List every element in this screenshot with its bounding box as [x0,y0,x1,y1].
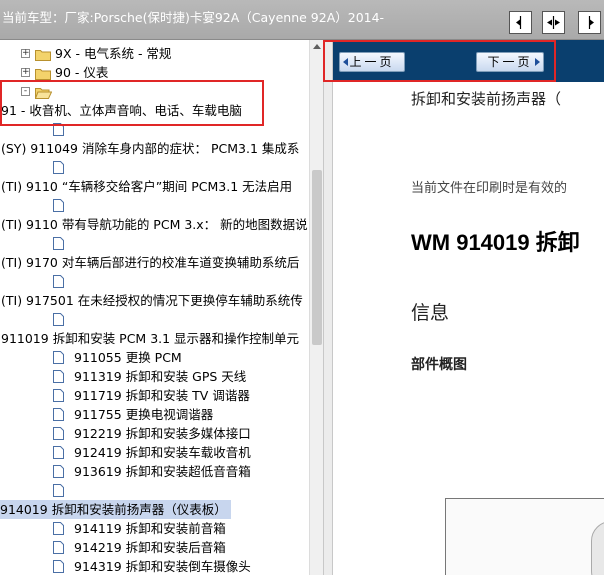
tree-item-911719[interactable]: 911719 拆卸和安装 TV 调谐器 [0,386,309,405]
pane-right-button[interactable] [578,11,601,34]
tree-item-label: 9X - 电气系统 - 常规 [55,46,172,61]
tree-item-911019[interactable]: 911019 拆卸和安装 PCM 3.1 显示器和操作控制单元 [0,329,309,348]
tree-item-label: 914119 拆卸和安装前音箱 [74,521,226,536]
document-icon [53,446,64,459]
expand-icon[interactable]: + [21,49,30,58]
document-icon [53,484,64,497]
tree-item-9110-handover[interactable]: (TI) 9110 “车辆移交给客户”期间 PCM3.1 无法启用 [0,177,309,196]
document-icon [53,465,64,478]
section-parts-overview: 部件概图 [411,357,467,373]
tree-item-label: 911755 更换电视调谐器 [74,407,214,422]
tree-item-label: 912419 拆卸和安装车载收音机 [74,445,251,460]
highlight-box-category [0,80,264,126]
parts-diagram-image [445,498,604,575]
document-icon [53,275,64,288]
document-icon [53,427,64,440]
document-viewer: 上一页 下一页 拆卸和安装前扬声器（ 当前文件在印刷时是有效的 WM 91401… [333,40,604,575]
tree-item-label: (TI) 9170 对车辆后部进行的校准车道变换辅助系统后 [1,255,300,270]
tree-item-912219[interactable]: 912219 拆卸和安装多媒体接口 [0,424,309,443]
tree-item-doc[interactable] [0,234,309,253]
window-title: 当前车型：厂家:Porsche(保时捷)卡宴92A（Cayenne 92A）20… [2,10,385,25]
highlight-box-page-nav [323,40,556,82]
tree-item-911049[interactable]: (SY) 911049 消除车身内部的症状： PCM3.1 集成系 [0,139,309,158]
document-icon [53,313,64,326]
tree-item-label: 911719 拆卸和安装 TV 调谐器 [74,388,250,403]
document-icon [53,237,64,250]
tree-item-914319[interactable]: 914319 拆卸和安装倒车摄像头 [0,557,309,575]
tree-item-912419[interactable]: 912419 拆卸和安装车载收音机 [0,443,309,462]
tree-item-label: 912219 拆卸和安装多媒体接口 [74,426,251,441]
tree-item-917501[interactable]: (TI) 917501 在未经授权的情况下更换停车辅助系统传 [0,291,309,310]
tree-item-9170[interactable]: (TI) 9170 对车辆后部进行的校准车道变换辅助系统后 [0,253,309,272]
tree-item-doc[interactable] [0,272,309,291]
document-icon [53,370,64,383]
document-icon [53,522,64,535]
workshop-manual-title: WM 914019 拆卸 [411,230,580,255]
expand-icon[interactable]: + [21,68,30,77]
speaker-drawing [591,521,604,575]
tree-item-label: (TI) 9110 带有导航功能的 PCM 3.x： 新的地图数据说 [1,217,308,232]
document-icon [53,199,64,212]
tree-item-913619[interactable]: 913619 拆卸和安装超低音音箱 [0,462,309,481]
tree-item-label: 914219 拆卸和安装后音箱 [74,540,226,555]
tree-item-9x[interactable]: + 9X - 电气系统 - 常规 [0,44,309,63]
pane-split-button[interactable] [542,11,565,34]
scrollbar-thumb[interactable] [312,170,322,345]
tree-item-label: (SY) 911049 消除车身内部的症状： PCM3.1 集成系 [1,141,300,156]
tree-item-doc[interactable] [0,196,309,215]
tree-item-doc[interactable] [0,310,309,329]
pane-left-icon [513,15,528,30]
tree-item-label: 911319 拆卸和安装 GPS 天线 [74,369,247,384]
tree-item-911055[interactable]: 911055 更换 PCM [0,348,309,367]
tree-item-9110-navigation[interactable]: (TI) 9110 带有导航功能的 PCM 3.x： 新的地图数据说 [0,215,309,234]
document-icon [53,560,64,573]
section-info: 信息 [411,302,450,324]
document-heading: 拆卸和安装前扬声器（ [411,90,562,108]
tree-item-label: 914019 拆卸和安装前扬声器（仪表板） [0,500,231,519]
document-icon [53,408,64,421]
tree-item-doc[interactable] [0,158,309,177]
pane-left-button[interactable] [509,11,532,34]
tree-scrollbar[interactable] [309,40,323,575]
pane-right-icon [582,15,597,30]
tree-item-911755[interactable]: 911755 更换电视调谐器 [0,405,309,424]
document-icon [53,541,64,554]
document-icon [53,389,64,402]
tree-item-914119[interactable]: 914119 拆卸和安装前音箱 [0,519,309,538]
document-icon [53,351,64,364]
tree-item-label: (TI) 9110 “车辆移交给客户”期间 PCM3.1 无法启用 [1,179,293,194]
tree-item-914219[interactable]: 914219 拆卸和安装后音箱 [0,538,309,557]
tree-item-label: 911019 拆卸和安装 PCM 3.1 显示器和操作控制单元 [1,331,300,346]
print-validity-note: 当前文件在印刷时是有效的 [411,181,568,196]
tree-item-914019-selected[interactable]: 914019 拆卸和安装前扬声器（仪表板） [0,500,309,519]
tree-item-label: 914319 拆卸和安装倒车摄像头 [74,559,251,574]
document-icon [53,161,64,174]
tree-item-911319[interactable]: 911319 拆卸和安装 GPS 天线 [0,367,309,386]
tree-item-label: 913619 拆卸和安装超低音音箱 [74,464,251,479]
scroll-up-icon[interactable] [313,44,321,49]
tree-item-label: (TI) 917501 在未经授权的情况下更换停车辅助系统传 [1,293,303,308]
tree-item-label: 911055 更换 PCM [74,350,182,365]
pane-split-icon [546,15,561,30]
title-bar: 当前车型：厂家:Porsche(保时捷)卡宴92A（Cayenne 92A）20… [0,0,604,40]
pane-splitter[interactable] [323,40,333,575]
tree-item-doc[interactable] [0,481,309,500]
